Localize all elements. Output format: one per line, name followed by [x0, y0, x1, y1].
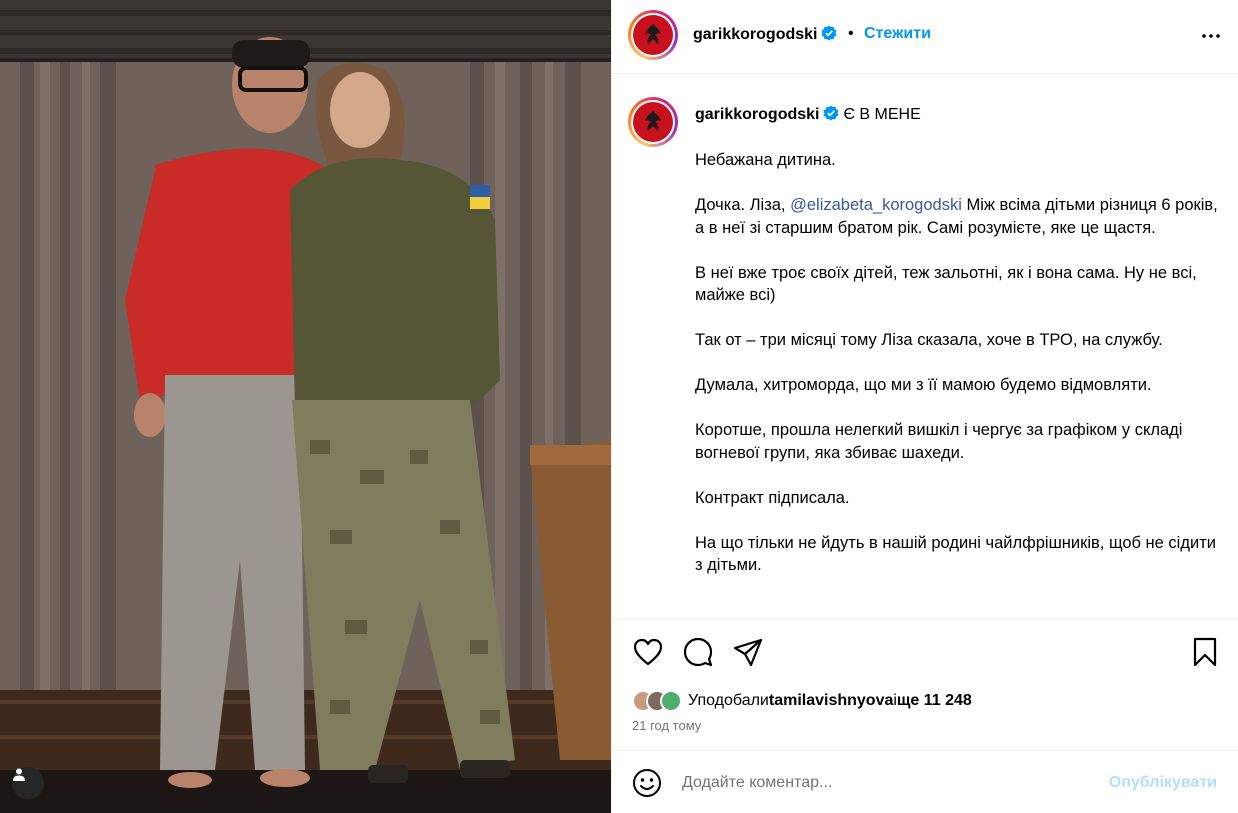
caption-section: garikkorogodski Є В МЕНЕ Небажана дитина.…	[612, 75, 1238, 619]
save-button[interactable]	[1189, 636, 1221, 668]
post-side-panel: garikkorogodski • Стежити garikkorogodsk…	[611, 0, 1238, 813]
likes-count[interactable]: ще 11 248	[897, 692, 972, 710]
comment-icon	[683, 637, 713, 667]
like-button[interactable]	[632, 636, 664, 668]
caption-title: Є В МЕНЕ	[843, 106, 921, 123]
caption-paragraph: На що тільки не йдуть в нашій родині чай…	[695, 533, 1216, 575]
caption-paragraph: Дочка. Ліза, @elizabeta_korogodski Між в…	[695, 196, 1218, 237]
comment-button[interactable]	[682, 636, 714, 668]
mention-link[interactable]: @elizabeta_korogodski	[790, 196, 962, 214]
share-button[interactable]	[732, 636, 764, 668]
post-header: garikkorogodski • Стежити	[612, 0, 1238, 74]
caption-username[interactable]: garikkorogodski	[695, 106, 819, 123]
caption-paragraph: Думала, хитроморда, що ми з її мамою буд…	[695, 376, 1152, 394]
send-icon	[733, 638, 763, 667]
caption-text: Небажана дитина. Дочка. Ліза, @elizabeta…	[695, 149, 1225, 599]
tagged-users-button[interactable]	[12, 767, 44, 799]
smiley-icon	[633, 769, 661, 797]
comment-bar: Опублікувати	[612, 752, 1238, 813]
verified-badge-icon	[821, 25, 837, 41]
header-separator: •	[848, 25, 854, 42]
user-icon	[13, 768, 25, 781]
caption-paragraph: В неї вже троє своїх дітей, теж зальотні…	[695, 263, 1197, 305]
liker-username[interactable]: tamilavishnyova	[769, 692, 894, 710]
bookmark-icon	[1193, 637, 1217, 667]
caption-avatar[interactable]	[628, 97, 678, 147]
caption-paragraph: Небажана дитина.	[695, 151, 836, 169]
more-horizontal-icon	[1202, 34, 1220, 38]
profile-logo-icon	[633, 102, 673, 142]
profile-logo-icon	[633, 15, 673, 55]
avatar[interactable]	[628, 10, 678, 60]
caption-paragraph: Так от – три місяці тому Ліза сказала, х…	[695, 331, 1163, 349]
caption-paragraph: Коротше, прошла нелегкий вишкіл і чергує…	[695, 421, 1183, 462]
follow-button[interactable]: Стежити	[864, 25, 931, 43]
caption-header: garikkorogodski Є В МЕНЕ	[695, 105, 921, 124]
header-username[interactable]: garikkorogodski	[693, 25, 837, 44]
post-timestamp[interactable]: 21 год тому	[632, 718, 701, 733]
post-comment-button[interactable]: Опублікувати	[1109, 774, 1217, 792]
heart-icon	[633, 638, 663, 666]
comment-input[interactable]	[682, 770, 1082, 796]
liker-avatars[interactable]	[632, 690, 682, 712]
post-photo[interactable]	[0, 0, 611, 813]
caption-paragraph: Контракт підписала.	[695, 488, 850, 507]
photo-illustration	[0, 0, 611, 813]
actions-section: Уподобали tamilavishnyova і ще 11 248 21…	[612, 619, 1238, 751]
likes-summary: Уподобали tamilavishnyova і ще 11 248	[632, 688, 972, 714]
verified-badge-icon	[823, 105, 839, 121]
more-options-button[interactable]	[1199, 24, 1223, 48]
avatar	[660, 690, 682, 712]
emoji-button[interactable]	[632, 768, 662, 798]
